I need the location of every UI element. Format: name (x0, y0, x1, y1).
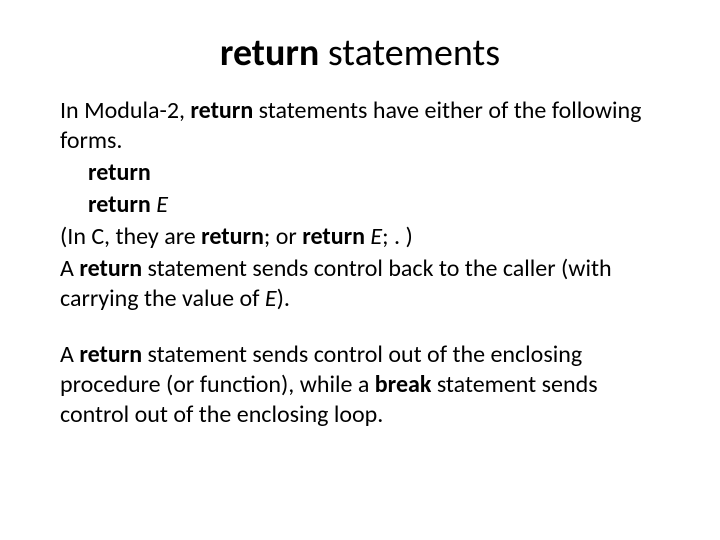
slide: return statements In Modula-2, return st… (0, 0, 720, 540)
paragraph-1: In Modula-2, return statements have eith… (60, 96, 660, 156)
expr-e: E (156, 190, 168, 219)
text: (In C, they are (60, 222, 201, 251)
text: statement sends control back to the call… (60, 254, 612, 313)
form-2: return E (60, 190, 660, 220)
text: ). (277, 284, 290, 313)
title-bold: return (220, 30, 319, 76)
paragraph-3: A return statement sends control back to… (60, 254, 660, 314)
expr-e: E (265, 284, 277, 313)
text: A (60, 254, 79, 283)
keyword-return: return (190, 96, 253, 125)
title-rest: statements (319, 30, 500, 76)
keyword-break: break (375, 370, 432, 399)
keyword-return: return (88, 158, 151, 187)
keyword-return: return (302, 222, 370, 251)
keyword-return: return (88, 190, 156, 219)
text: ; . ) (382, 222, 413, 251)
keyword-return: return (79, 254, 142, 283)
keyword-return: return (79, 340, 142, 369)
paragraph-2: (In C, they are return; or return E; . ) (60, 222, 660, 252)
spacer (60, 316, 660, 340)
form-1: return (60, 158, 660, 188)
keyword-return: return (201, 222, 264, 251)
slide-title: return statements (60, 30, 660, 76)
text: A (60, 340, 79, 369)
text: ; or (264, 222, 302, 251)
expr-e: E (370, 222, 382, 251)
paragraph-4: A return statement sends control out of … (60, 340, 660, 430)
slide-body: In Modula-2, return statements have eith… (60, 96, 660, 430)
text: In Modula-2, (60, 96, 190, 125)
